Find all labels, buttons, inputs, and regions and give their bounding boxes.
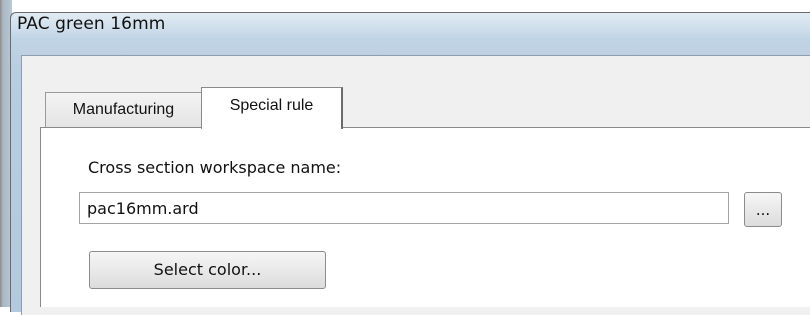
workspace-name-input[interactable] <box>79 192 729 224</box>
tab-manufacturing-label: Manufacturing <box>72 101 175 118</box>
workspace-name-label: Cross section workspace name: <box>88 158 342 177</box>
window-title: PAC green 16mm <box>17 14 166 34</box>
tab-special-rule-label: Special rule <box>229 97 314 114</box>
select-color-button[interactable]: Select color... <box>89 251 326 289</box>
browse-button[interactable]: ... <box>744 192 782 227</box>
tab-special-rule[interactable]: Special rule <box>201 87 343 129</box>
tab-manufacturing[interactable]: Manufacturing <box>45 92 202 127</box>
